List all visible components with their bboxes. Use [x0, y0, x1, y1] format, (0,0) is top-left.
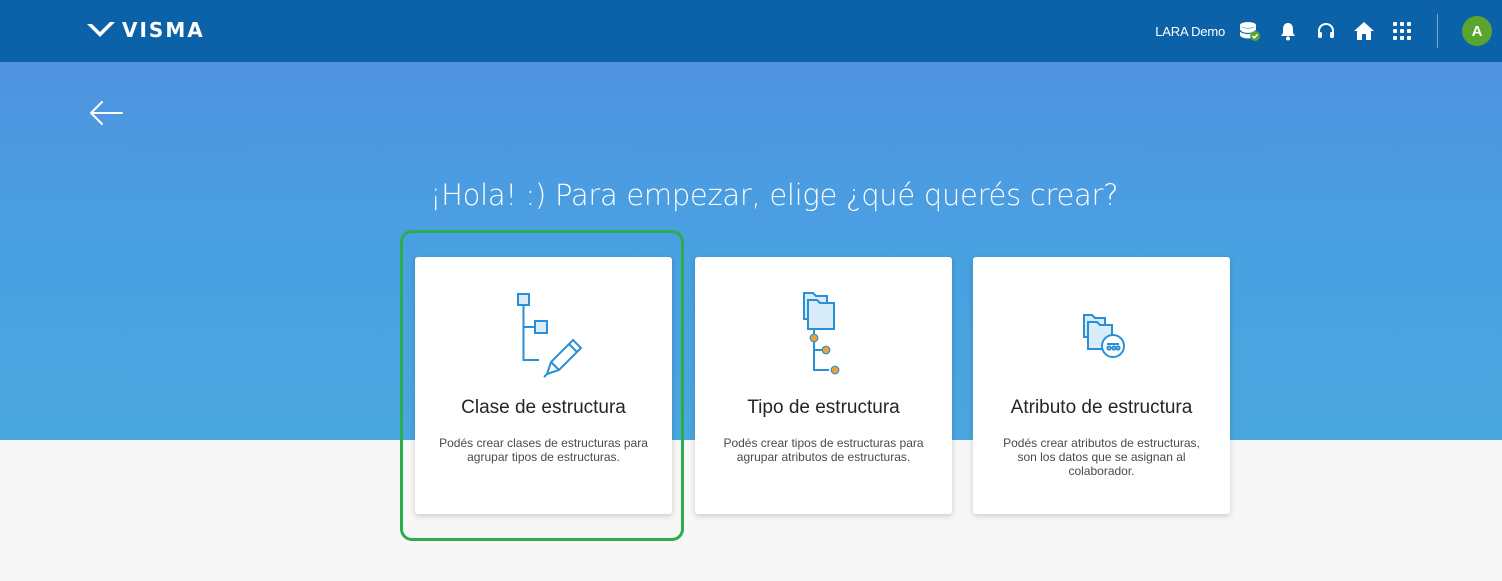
- card-description: Podés crear clases de estructuras para a…: [439, 436, 648, 464]
- company-name[interactable]: LARA Demo: [1155, 24, 1225, 39]
- home-icon[interactable]: [1353, 20, 1375, 42]
- tree-pencil-icon: [415, 285, 672, 385]
- card-tipo-de-estructura[interactable]: Tipo de estructura Podés crear tipos de …: [695, 257, 952, 514]
- brand-name: VISMA: [122, 18, 205, 42]
- card-title: Clase de estructura: [461, 397, 626, 418]
- folder-attribute-icon: [973, 285, 1230, 385]
- card-atributo-de-estructura[interactable]: Atributo de estructura Podés crear atrib…: [973, 257, 1230, 514]
- page-title: ¡Hola! :) Para empezar, elige ¿qué queré…: [429, 178, 1119, 212]
- bell-icon[interactable]: [1277, 20, 1299, 42]
- card-title: Atributo de estructura: [1010, 397, 1193, 418]
- folder-tree-icon: [695, 285, 952, 385]
- header-actions: LARA Demo A: [1155, 0, 1502, 62]
- visma-logo[interactable]: VISMA: [86, 17, 205, 43]
- visma-logo-icon: [87, 22, 115, 37]
- card-description: Podés crear tipos de estructuras para ag…: [723, 436, 924, 464]
- apps-grid-icon[interactable]: [1391, 20, 1413, 42]
- back-arrow-icon[interactable]: [88, 98, 124, 128]
- card-clase-de-estructura[interactable]: Clase de estructura Podés crear clases d…: [415, 257, 672, 514]
- headset-icon[interactable]: [1315, 20, 1337, 42]
- header-divider: [1437, 14, 1438, 48]
- card-title: Tipo de estructura: [747, 397, 900, 418]
- card-description: Podés crear atributos de estructuras, so…: [1003, 436, 1200, 478]
- database-check-icon[interactable]: [1239, 20, 1261, 42]
- user-avatar[interactable]: A: [1462, 16, 1492, 46]
- top-navigation-bar: VISMA LARA Demo A: [0, 0, 1502, 62]
